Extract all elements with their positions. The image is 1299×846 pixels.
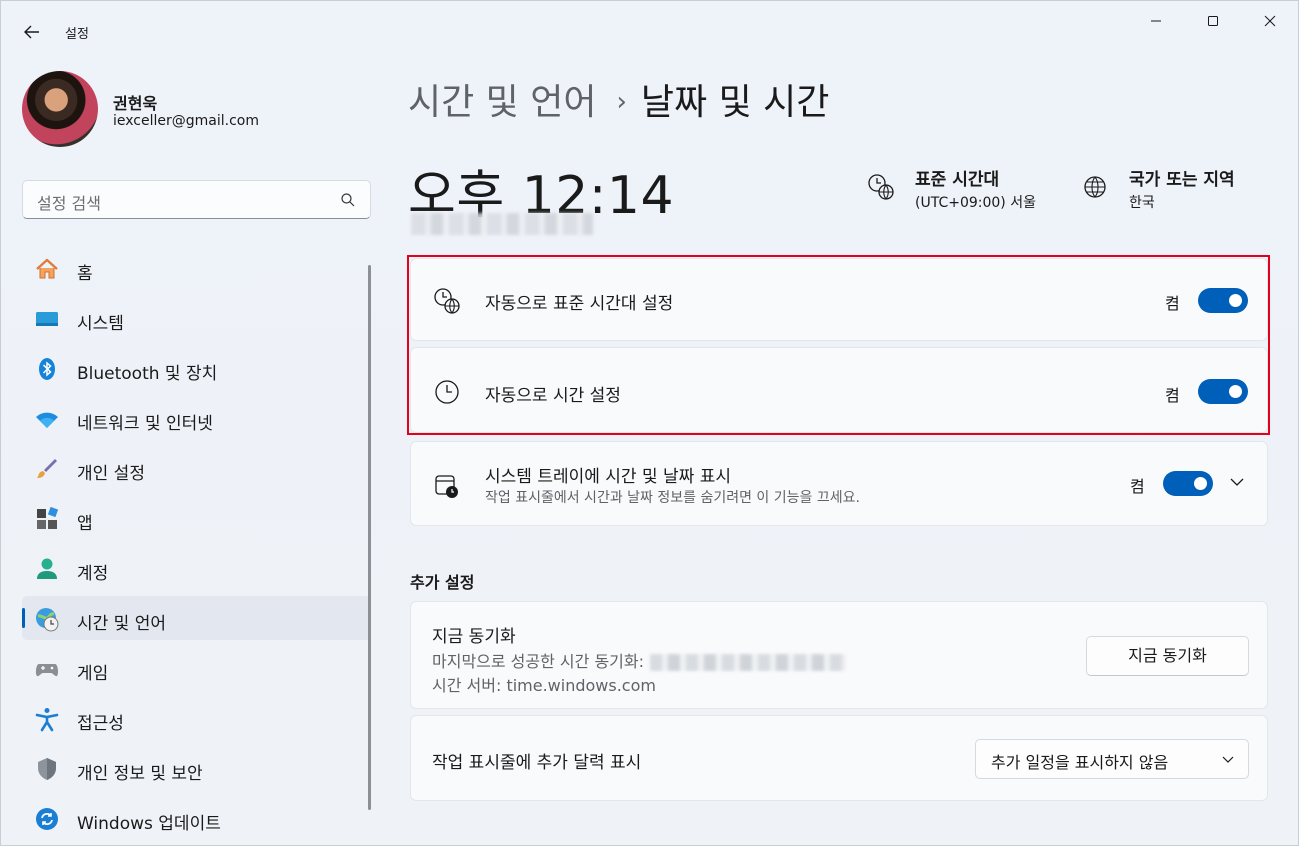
sidebar-item-windows-update[interactable]: Windows 업데이트 xyxy=(22,796,371,840)
user-name: 권현욱 xyxy=(113,94,158,113)
sidebar-item-bluetooth[interactable]: Bluetooth 및 장치 xyxy=(22,346,371,390)
additional-calendar-label: 작업 표시줄에 추가 달력 표시 xyxy=(432,753,642,773)
sidebar-nav: 홈 시스템 Bluetooth 및 장치 네트워크 및 인터넷 개인 설정 앱 … xyxy=(22,246,371,846)
sidebar-item-label: 시간 및 언어 xyxy=(77,614,167,634)
sidebar-item-apps[interactable]: 앱 xyxy=(22,496,371,540)
breadcrumb: 시간 및 언어 › 날짜 및 시간 xyxy=(408,73,829,125)
auto-time-label: 자동으로 시간 설정 xyxy=(485,386,621,406)
tray-time-description: 작업 표시줄에서 시간과 날짜 정보를 숨기려면 이 기능을 끄세요. xyxy=(485,490,860,506)
settings-window: 설정 권현욱 iexceller@gmail.com 설정 검색 홈 시스템 B… xyxy=(0,0,1299,846)
minimize-icon xyxy=(1150,20,1161,22)
sidebar-item-network[interactable]: 네트워크 및 인터넷 xyxy=(22,396,371,440)
tray-time-label: 시스템 트레이에 시간 및 날짜 표시 xyxy=(485,467,731,487)
chevron-down-icon xyxy=(1222,756,1234,763)
brush-icon xyxy=(37,459,57,478)
app-title: 설정 xyxy=(65,27,89,42)
sidebar-item-label: Windows 업데이트 xyxy=(77,814,221,834)
back-button[interactable] xyxy=(19,20,45,44)
system-icon xyxy=(36,312,58,326)
tray-time-card[interactable]: 시스템 트레이에 시간 및 날짜 표시 작업 표시줄에서 시간과 날짜 정보를 … xyxy=(410,441,1268,526)
sidebar-item-label: 네트워크 및 인터넷 xyxy=(77,414,213,434)
auto-time-toggle[interactable] xyxy=(1198,379,1248,404)
auto-timezone-label: 자동으로 표준 시간대 설정 xyxy=(485,294,674,314)
back-arrow-icon xyxy=(24,25,39,39)
apps-icon xyxy=(37,506,59,529)
sidebar-item-privacy[interactable]: 개인 정보 및 보안 xyxy=(22,746,371,790)
search-input[interactable]: 설정 검색 xyxy=(22,180,371,219)
sidebar-item-label: 앱 xyxy=(77,514,93,534)
calendar-card: 작업 표시줄에 추가 달력 표시 추가 일정을 표시하지 않음 xyxy=(410,715,1268,801)
auto-timezone-state: 켬 xyxy=(1165,294,1180,313)
sidebar-item-personalization[interactable]: 개인 설정 xyxy=(22,446,371,490)
breadcrumb-parent[interactable]: 시간 및 언어 xyxy=(408,82,597,123)
sidebar-item-label: 시스템 xyxy=(77,314,124,334)
sidebar-item-time-language[interactable]: 시간 및 언어 xyxy=(22,596,371,640)
calendar-clock-icon xyxy=(435,475,458,498)
sync-title: 지금 동기화 xyxy=(432,627,516,647)
breadcrumb-separator: › xyxy=(616,87,627,117)
additional-calendar-select[interactable]: 추가 일정을 표시하지 않음 xyxy=(975,739,1249,779)
auto-time-state: 켬 xyxy=(1165,386,1180,405)
avatar xyxy=(22,71,98,147)
update-icon xyxy=(36,808,58,830)
sidebar-item-label: 접근성 xyxy=(77,714,124,734)
region-value: 한국 xyxy=(1129,195,1155,211)
globe-icon xyxy=(1084,176,1106,198)
wifi-icon xyxy=(36,412,58,428)
clock-globe-icon xyxy=(868,174,894,200)
timezone-title: 표준 시간대 xyxy=(915,170,1000,190)
sidebar-item-label: 계정 xyxy=(77,564,109,584)
sync-now-button[interactable]: 지금 동기화 xyxy=(1086,636,1249,676)
maximize-button[interactable] xyxy=(1184,1,1241,41)
bluetooth-icon xyxy=(39,358,55,380)
additional-settings-title: 추가 설정 xyxy=(410,573,475,592)
tray-time-toggle[interactable] xyxy=(1163,471,1213,496)
close-button[interactable] xyxy=(1241,1,1298,41)
sync-card: 지금 동기화 마지막으로 성공한 시간 동기화: 시간 서버: time.win… xyxy=(410,601,1268,709)
sidebar-item-system[interactable]: 시스템 xyxy=(22,296,371,340)
sidebar-item-label: Bluetooth 및 장치 xyxy=(77,364,218,384)
user-profile[interactable]: 권현욱 iexceller@gmail.com xyxy=(22,71,362,149)
time-language-icon xyxy=(36,608,59,632)
home-icon xyxy=(36,258,58,279)
search-placeholder: 설정 검색 xyxy=(37,194,101,213)
last-sync-label: 마지막으로 성공한 시간 동기화: xyxy=(432,652,645,671)
sidebar-item-home[interactable]: 홈 xyxy=(22,246,371,290)
sidebar-item-gaming[interactable]: 게임 xyxy=(22,646,371,690)
search-icon xyxy=(341,193,355,207)
sidebar-item-label: 개인 정보 및 보안 xyxy=(77,764,203,784)
clock-icon xyxy=(435,380,459,404)
account-icon xyxy=(37,558,57,579)
sidebar-item-accounts[interactable]: 계정 xyxy=(22,546,371,590)
page-title: 날짜 및 시간 xyxy=(640,82,830,123)
tray-time-state: 켬 xyxy=(1130,477,1145,496)
sidebar-item-label: 홈 xyxy=(77,264,93,284)
maximize-icon xyxy=(1207,16,1218,26)
additional-calendar-value: 추가 일정을 표시하지 않음 xyxy=(991,753,1169,772)
current-date-redacted xyxy=(411,213,593,235)
chevron-down-icon[interactable] xyxy=(1229,477,1245,487)
clock-globe-icon xyxy=(434,288,460,314)
auto-timezone-card: 자동으로 표준 시간대 설정 켬 xyxy=(410,258,1268,341)
auto-timezone-toggle[interactable] xyxy=(1198,288,1248,313)
last-sync-redacted xyxy=(650,654,847,671)
timezone-value: (UTC+09:00) 서울 xyxy=(915,195,1036,211)
shield-icon xyxy=(38,758,56,780)
last-sync-row: 마지막으로 성공한 시간 동기화: xyxy=(432,648,847,672)
gamepad-icon xyxy=(35,664,59,677)
auto-time-card: 자동으로 시간 설정 켬 xyxy=(410,347,1268,433)
user-email: iexceller@gmail.com xyxy=(113,113,259,129)
close-icon xyxy=(1264,15,1275,27)
title-bar: 설정 xyxy=(1,1,1298,45)
time-server: 시간 서버: time.windows.com xyxy=(432,676,656,695)
sidebar-scrollbar[interactable] xyxy=(368,265,371,810)
sidebar-item-accessibility[interactable]: 접근성 xyxy=(22,696,371,740)
accessibility-icon xyxy=(35,708,59,732)
minimize-button[interactable] xyxy=(1127,1,1184,41)
region-title: 국가 또는 지역 xyxy=(1129,170,1235,190)
sidebar-item-label: 게임 xyxy=(77,664,109,684)
sidebar-item-label: 개인 설정 xyxy=(77,464,145,484)
